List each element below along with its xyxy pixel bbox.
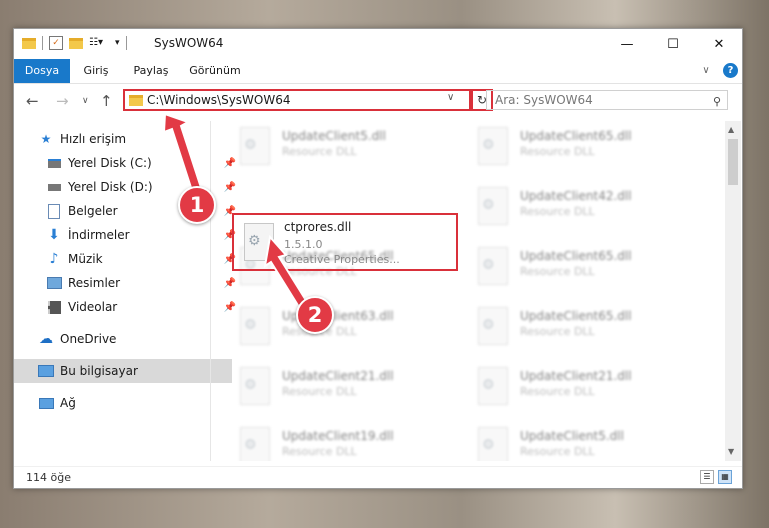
step-badge-1: 1 [178, 186, 216, 224]
annotation-arrows [162, 112, 314, 317]
step-badge-2: 2 [296, 296, 334, 334]
